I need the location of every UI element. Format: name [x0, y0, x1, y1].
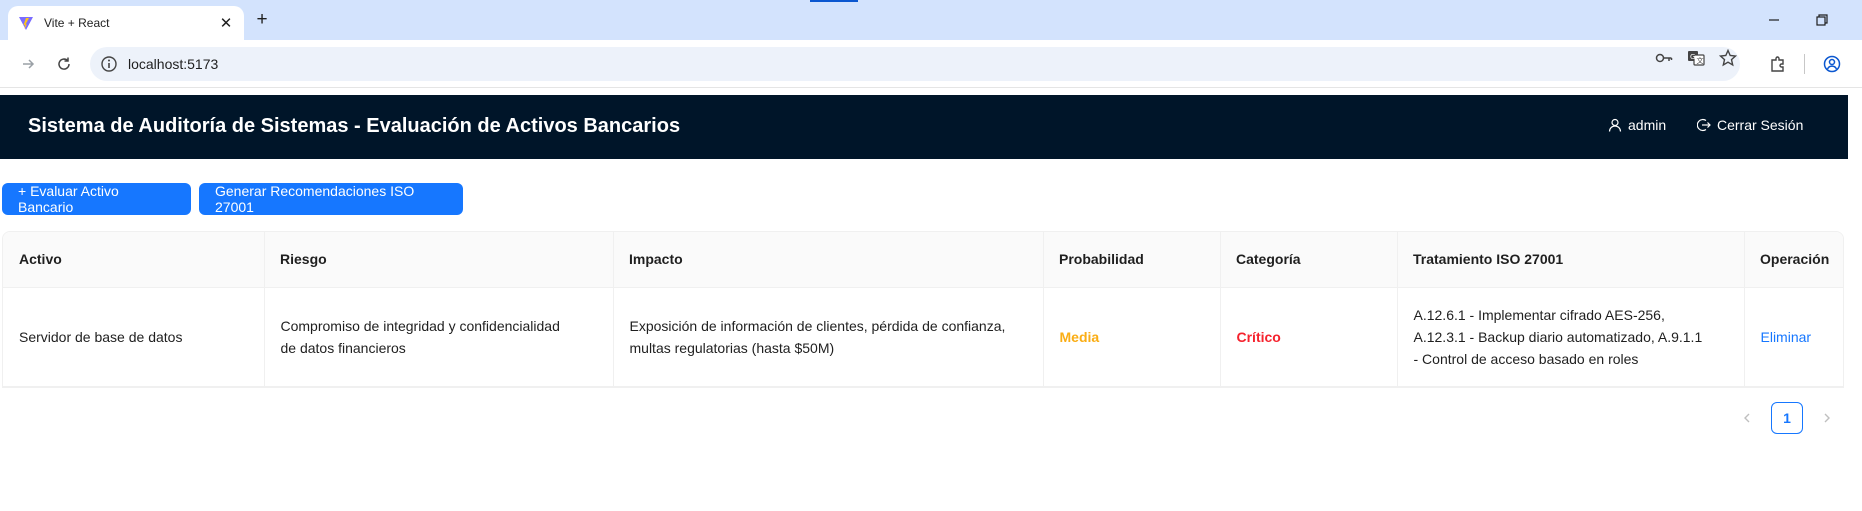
logout-icon: [1697, 118, 1711, 132]
extensions-icon[interactable]: [1766, 52, 1790, 76]
cell-probabilidad: Media: [1042, 287, 1220, 387]
cell-riesgo-line: Compromiso de integridad y confidenciali…: [280, 317, 560, 334]
profile-icon[interactable]: [1820, 52, 1844, 76]
next-page-icon[interactable]: [1811, 402, 1843, 434]
browser-toolbar: localhost:5173 G文: [0, 40, 1862, 88]
cell-tratamiento-line: A.12.3.1 - Backup diario automatizado, A…: [1413, 328, 1703, 345]
cell-activo: Servidor de base de datos: [3, 287, 264, 387]
address-bar[interactable]: localhost:5173: [90, 47, 1740, 81]
page-button-1[interactable]: 1: [1771, 402, 1803, 434]
column-header-riesgo[interactable]: Riesgo: [264, 232, 613, 288]
user-menu[interactable]: admin: [1608, 117, 1666, 133]
forward-icon[interactable]: [16, 52, 40, 76]
prev-page-icon[interactable]: [1731, 402, 1763, 434]
toolbar-separator: [1804, 54, 1805, 74]
bookmark-star-icon[interactable]: [1718, 48, 1738, 68]
app-header: Sistema de Auditoría de Sistemas - Evalu…: [0, 95, 1848, 159]
username: admin: [1628, 117, 1667, 133]
cell-impacto: Exposición de información de clientes, p…: [612, 287, 1043, 387]
tab-title: Vite + React: [44, 16, 110, 30]
password-key-icon[interactable]: [1654, 48, 1674, 68]
vite-logo-icon: [19, 17, 33, 30]
probability-badge: Media: [1059, 328, 1100, 345]
column-header-categoria[interactable]: Categoría: [1220, 232, 1397, 288]
tab-strip-indicator: [810, 0, 858, 2]
generate-recommendations-button[interactable]: Generar Recomendaciones ISO 27001: [199, 183, 463, 215]
cell-impacto-line: multas regulatorias (hasta $50M): [629, 339, 835, 356]
reload-icon[interactable]: [52, 52, 76, 76]
translate-icon[interactable]: G文: [1686, 48, 1706, 68]
column-header-probabilidad[interactable]: Probabilidad: [1043, 232, 1220, 288]
minimize-icon[interactable]: [1762, 8, 1786, 32]
column-header-activo[interactable]: Activo: [3, 232, 264, 288]
browser-tab[interactable]: Vite + React ✕: [8, 6, 244, 40]
cell-riesgo: Compromiso de integridad y confidenciali…: [263, 287, 613, 387]
logout-label: Cerrar Sesión: [1717, 117, 1804, 133]
restore-icon[interactable]: [1810, 8, 1834, 32]
new-tab-icon[interactable]: +: [252, 9, 272, 30]
user-icon: [1608, 118, 1622, 132]
cell-tratamiento-line: - Control de acceso basado en roles: [1413, 350, 1639, 367]
category-badge: Crítico: [1236, 328, 1281, 345]
tab-close-icon[interactable]: ✕: [218, 15, 234, 32]
cell-impacto-line: Exposición de información de clientes, p…: [629, 317, 1006, 334]
assets-table: Activo Riesgo Impacto Probabilidad Categ…: [2, 231, 1844, 388]
svg-text:G: G: [1690, 53, 1695, 61]
cell-tratamiento-line: A.12.6.1 - Implementar cifrado AES-256,: [1413, 306, 1665, 323]
url-text[interactable]: localhost:5173: [128, 56, 218, 72]
cell-riesgo-line: de datos financieros: [280, 339, 406, 356]
column-header-tratamiento[interactable]: Tratamiento ISO 27001: [1397, 232, 1744, 288]
svg-text:文: 文: [1697, 56, 1704, 65]
delete-link[interactable]: Eliminar: [1761, 329, 1812, 345]
cell-categoria: Crítico: [1219, 287, 1397, 387]
table-row: Servidor de base de datos Compromiso de …: [3, 287, 1843, 387]
column-header-operacion[interactable]: Operación: [1744, 232, 1843, 288]
page-title: Sistema de Auditoría de Sistemas - Evalu…: [28, 115, 681, 137]
column-header-impacto[interactable]: Impacto: [613, 232, 1043, 288]
cell-tratamiento: A.12.6.1 - Implementar cifrado AES-256, …: [1396, 287, 1744, 387]
logout-button[interactable]: Cerrar Sesión: [1697, 117, 1803, 133]
browser-tab-strip: Vite + React ✕ +: [0, 0, 1862, 40]
cell-operacion: Eliminar: [1743, 287, 1843, 387]
site-info-icon[interactable]: [100, 55, 118, 73]
evaluate-asset-button[interactable]: + Evaluar Activo Bancario: [2, 183, 191, 215]
table-header-row: Activo Riesgo Impacto Probabilidad Categ…: [3, 232, 1843, 288]
